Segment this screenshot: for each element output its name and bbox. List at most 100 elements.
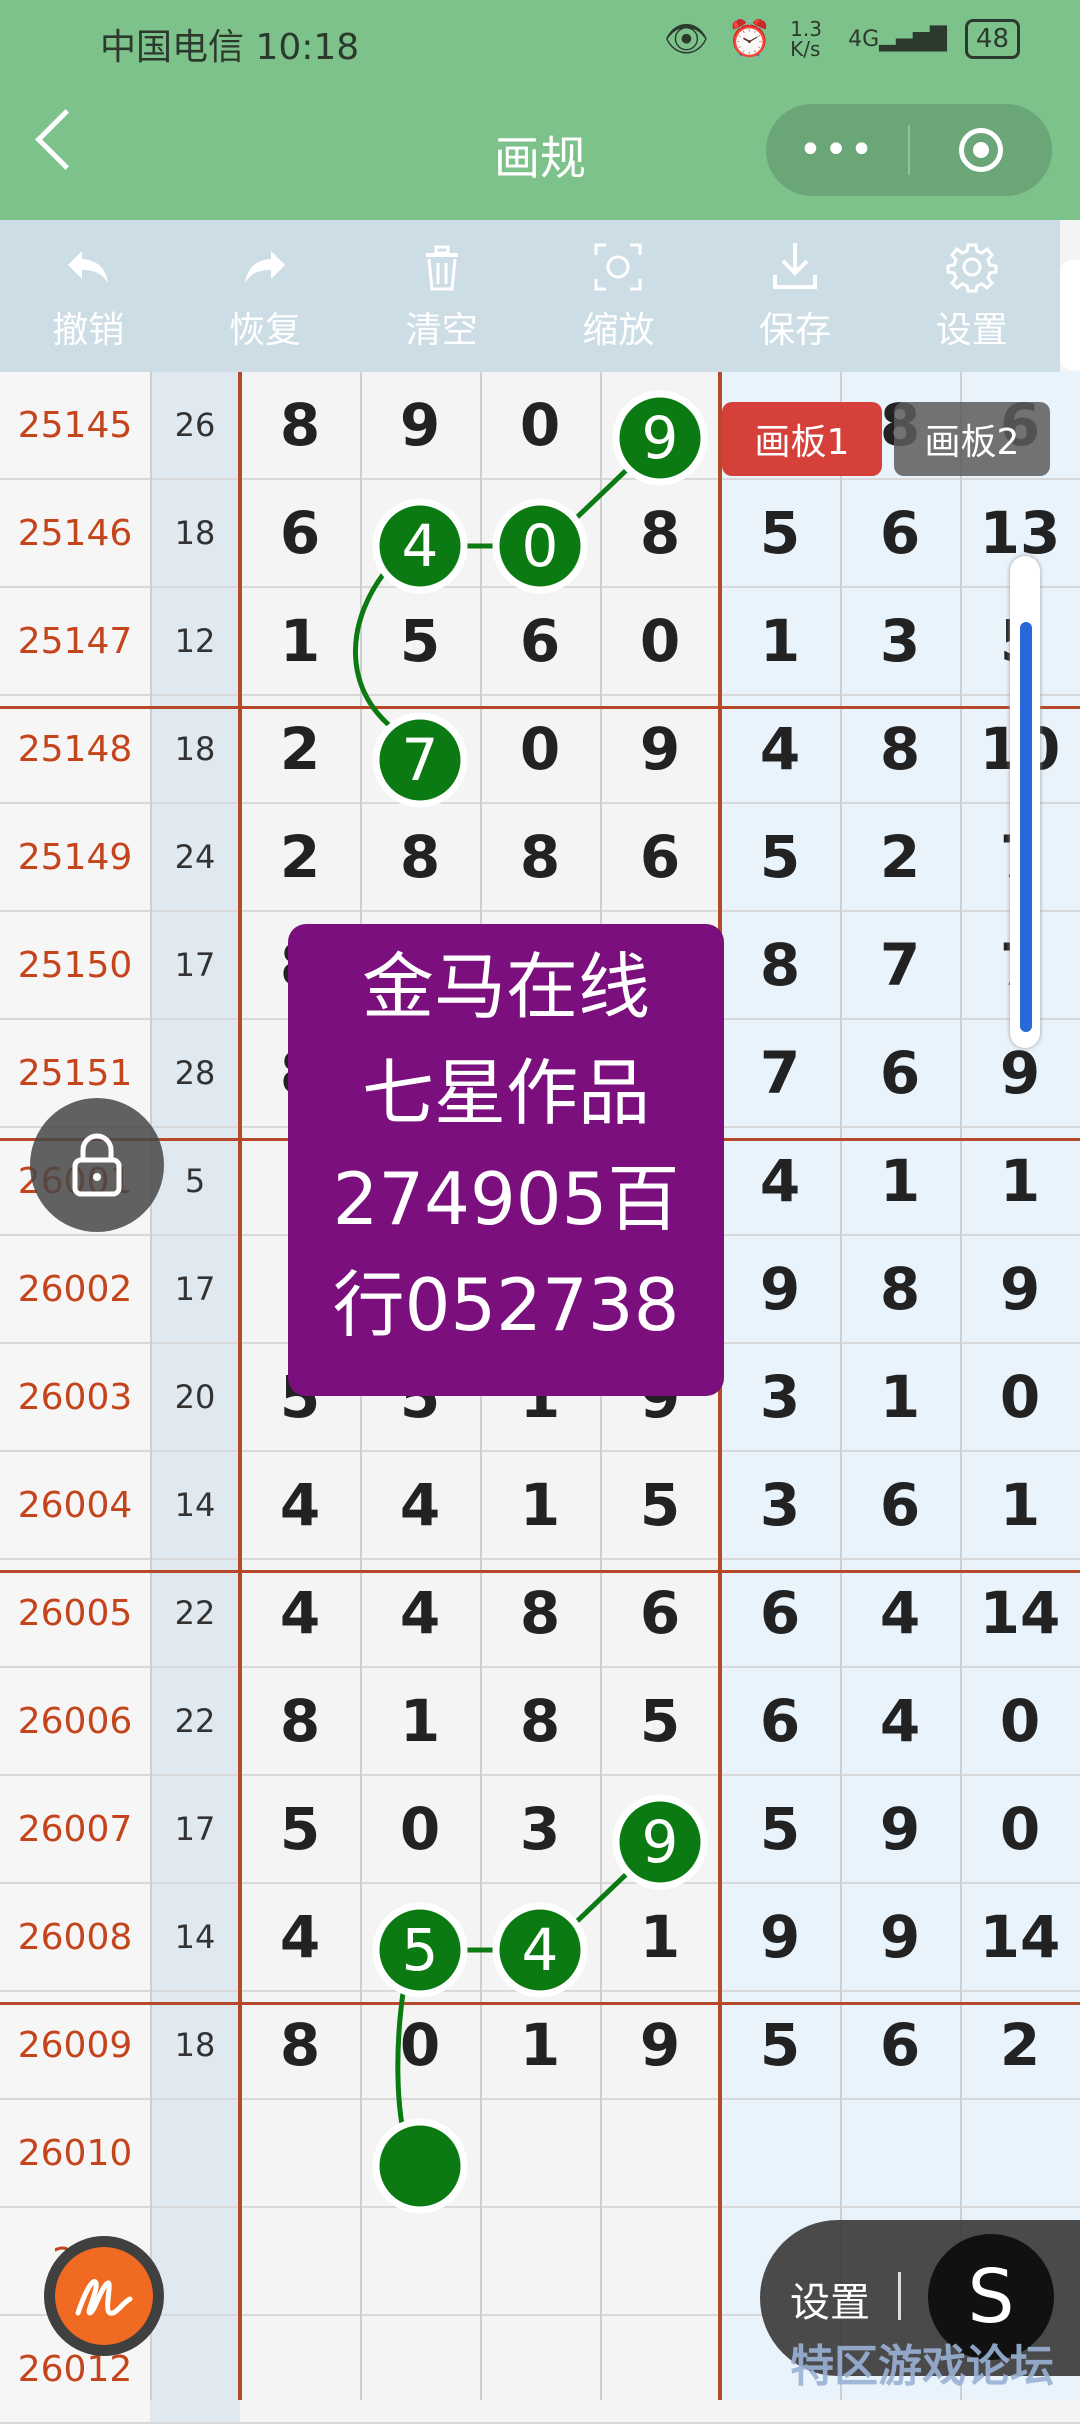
digit-cell[interactable]: 7 bbox=[720, 1020, 840, 1126]
floating-settings-label[interactable]: 设置 bbox=[790, 2270, 870, 2328]
digit-cell[interactable]: 1 bbox=[360, 1668, 480, 1774]
digit-cell[interactable]: 9 bbox=[960, 1236, 1080, 1342]
digit-cell[interactable] bbox=[240, 2100, 360, 2206]
digit-cell[interactable]: 3 bbox=[480, 1776, 600, 1882]
digit-cell[interactable]: 3 bbox=[720, 1344, 840, 1450]
digit-cell[interactable]: 6 bbox=[480, 588, 600, 694]
digit-cell[interactable]: 3 bbox=[720, 1452, 840, 1558]
digit-cell[interactable]: 6 bbox=[840, 480, 960, 586]
scrollbar-thumb[interactable] bbox=[1020, 622, 1032, 1032]
clear-button[interactable]: 清空 bbox=[353, 220, 530, 372]
digit-cell[interactable]: 1 bbox=[960, 1128, 1080, 1234]
digit-cell[interactable] bbox=[360, 2208, 480, 2314]
digit-cell[interactable]: 8 bbox=[480, 1560, 600, 1666]
digit-cell[interactable]: 0 bbox=[360, 1776, 480, 1882]
digit-cell[interactable]: 8 bbox=[600, 480, 720, 586]
digit-cell[interactable] bbox=[600, 2316, 720, 2422]
digit-cell[interactable] bbox=[600, 2208, 720, 2314]
digit-cell[interactable]: 6 bbox=[840, 1992, 960, 2098]
digit-cell[interactable]: 4 bbox=[720, 696, 840, 802]
digit-cell[interactable]: 9 bbox=[720, 1236, 840, 1342]
digit-cell[interactable]: 14 bbox=[960, 1560, 1080, 1666]
digit-cell[interactable] bbox=[960, 2100, 1080, 2206]
digit-cell[interactable]: 0 bbox=[960, 1668, 1080, 1774]
digit-cell[interactable] bbox=[240, 2316, 360, 2422]
digit-cell[interactable]: 0 bbox=[480, 480, 600, 586]
digit-cell[interactable]: 4 bbox=[840, 1560, 960, 1666]
zoom-button[interactable]: 缩放 bbox=[530, 220, 707, 372]
digit-cell[interactable]: 5 bbox=[360, 588, 480, 694]
digit-cell[interactable]: 9 bbox=[600, 372, 720, 478]
digit-cell[interactable] bbox=[600, 2100, 720, 2206]
digit-cell[interactable]: 5 bbox=[600, 1452, 720, 1558]
digit-cell[interactable]: 8 bbox=[720, 912, 840, 1018]
digit-cell[interactable]: 4 bbox=[240, 1452, 360, 1558]
digit-cell[interactable]: 1 bbox=[840, 1128, 960, 1234]
digit-cell[interactable]: 8 bbox=[360, 804, 480, 910]
digit-cell[interactable]: 4 bbox=[720, 1128, 840, 1234]
digit-cell[interactable]: 4 bbox=[240, 1560, 360, 1666]
digit-cell[interactable]: 9 bbox=[360, 372, 480, 478]
digit-cell[interactable]: 1 bbox=[840, 1344, 960, 1450]
digit-cell[interactable]: 5 bbox=[600, 1668, 720, 1774]
digit-cell[interactable]: 2 bbox=[840, 804, 960, 910]
digit-cell[interactable]: 2 bbox=[240, 696, 360, 802]
digit-cell[interactable]: 8 bbox=[480, 1668, 600, 1774]
digit-cell[interactable]: 4 bbox=[360, 1560, 480, 1666]
digit-cell[interactable]: 5 bbox=[720, 1776, 840, 1882]
digit-cell[interactable]: 1 bbox=[720, 588, 840, 694]
digit-cell[interactable] bbox=[480, 2208, 600, 2314]
digit-cell[interactable]: 9 bbox=[840, 1776, 960, 1882]
digit-cell[interactable]: 8 bbox=[840, 696, 960, 802]
digit-cell[interactable]: 0 bbox=[600, 588, 720, 694]
digit-cell[interactable]: 5 bbox=[360, 1884, 480, 1990]
redo-button[interactable]: 恢复 bbox=[177, 220, 354, 372]
save-button[interactable]: 保存 bbox=[707, 220, 884, 372]
digit-cell[interactable]: 7 bbox=[360, 696, 480, 802]
digit-cell[interactable]: 8 bbox=[240, 1992, 360, 2098]
lock-button[interactable] bbox=[30, 1098, 164, 1232]
digit-cell[interactable]: 4 bbox=[840, 1668, 960, 1774]
more-button[interactable]: ••• bbox=[766, 127, 908, 173]
digit-cell[interactable]: 4 bbox=[480, 1884, 600, 1990]
digit-cell[interactable]: 5 bbox=[720, 804, 840, 910]
digit-cell[interactable]: 6 bbox=[720, 1668, 840, 1774]
digit-cell[interactable]: 0 bbox=[480, 372, 600, 478]
digit-cell[interactable]: 8 bbox=[240, 1668, 360, 1774]
digit-cell[interactable]: 9 bbox=[600, 696, 720, 802]
board-tab-1[interactable]: 画板1 bbox=[722, 402, 882, 476]
close-program-button[interactable] bbox=[910, 128, 1052, 172]
digit-cell[interactable]: 1 bbox=[480, 1992, 600, 2098]
digit-cell[interactable]: 6 bbox=[840, 1020, 960, 1126]
digit-cell[interactable]: 4 bbox=[360, 480, 480, 586]
digit-cell[interactable] bbox=[360, 2100, 480, 2206]
pen-tool-button[interactable] bbox=[44, 2236, 164, 2356]
digit-cell[interactable]: 2 bbox=[240, 804, 360, 910]
digit-cell[interactable]: 8 bbox=[840, 1236, 960, 1342]
digit-cell[interactable]: 0 bbox=[480, 696, 600, 802]
digit-cell[interactable]: 14 bbox=[960, 1884, 1080, 1990]
digit-cell[interactable]: 2 bbox=[960, 1992, 1080, 2098]
digit-cell[interactable] bbox=[480, 2316, 600, 2422]
digit-cell[interactable]: 6 bbox=[240, 480, 360, 586]
digit-cell[interactable]: 5 bbox=[720, 1992, 840, 2098]
digit-cell[interactable] bbox=[240, 2208, 360, 2314]
digit-cell[interactable]: 6 bbox=[600, 1560, 720, 1666]
digit-cell[interactable]: 6 bbox=[840, 1452, 960, 1558]
digit-cell[interactable]: 5 bbox=[240, 1776, 360, 1882]
digit-cell[interactable] bbox=[720, 2100, 840, 2206]
digit-cell[interactable]: 9 bbox=[600, 1992, 720, 2098]
digit-cell[interactable]: 6 bbox=[600, 804, 720, 910]
digit-cell[interactable]: 8 bbox=[480, 804, 600, 910]
digit-cell[interactable] bbox=[840, 2100, 960, 2206]
digit-cell[interactable]: 9 bbox=[600, 1776, 720, 1882]
digit-cell[interactable]: 4 bbox=[240, 1884, 360, 1990]
digit-cell[interactable]: 0 bbox=[960, 1776, 1080, 1882]
digit-cell[interactable] bbox=[480, 2100, 600, 2206]
digit-cell[interactable]: 7 bbox=[840, 912, 960, 1018]
digit-cell[interactable]: 9 bbox=[720, 1884, 840, 1990]
settings-button[interactable]: 设置 bbox=[883, 220, 1060, 372]
undo-button[interactable]: 撤销 bbox=[0, 220, 177, 372]
digit-cell[interactable]: 1 bbox=[480, 1452, 600, 1558]
digit-cell[interactable]: 6 bbox=[720, 1560, 840, 1666]
